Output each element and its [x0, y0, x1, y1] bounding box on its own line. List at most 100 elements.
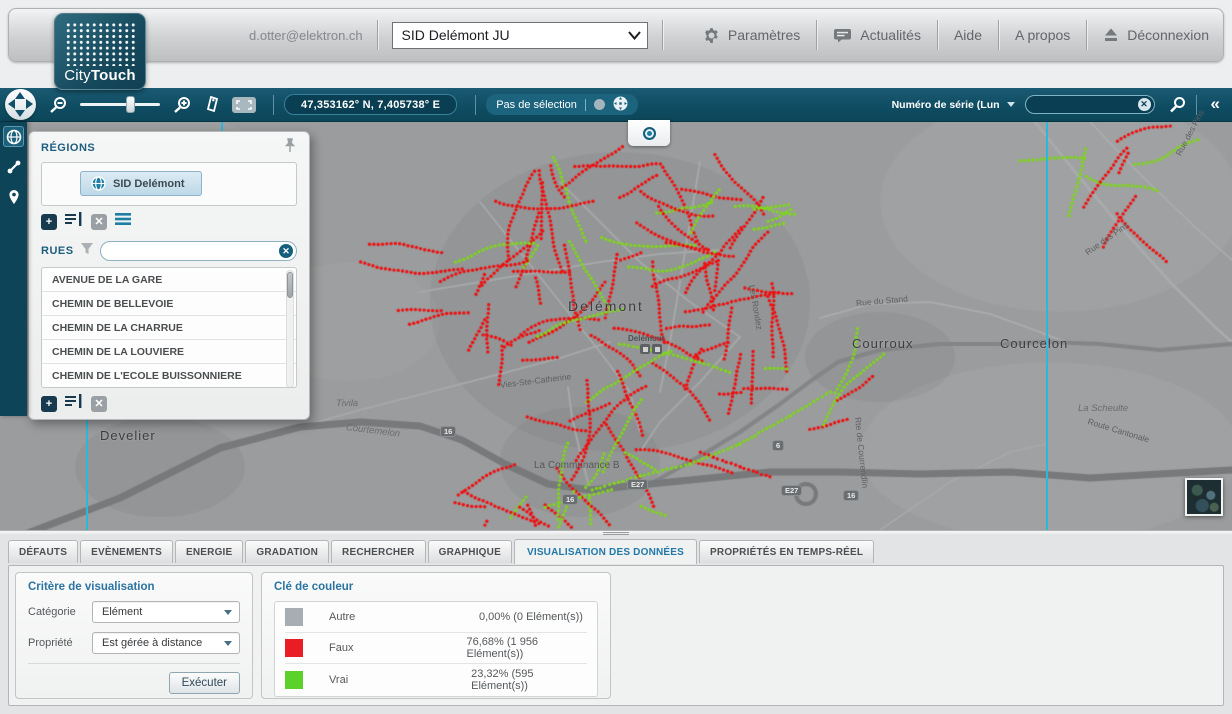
- menu-button-a-propos[interactable]: A propos: [1001, 18, 1084, 52]
- menu-button-actualites[interactable]: Actualités: [819, 18, 935, 52]
- search-icon[interactable]: [1169, 96, 1186, 113]
- panel-resize-handle[interactable]: [0, 531, 1232, 536]
- regions-panel-title: RÉGIONS: [41, 142, 95, 154]
- region-menu-icon[interactable]: [114, 212, 132, 231]
- tab-rechercher[interactable]: RECHERCHER: [331, 540, 426, 563]
- extent-select-icon[interactable]: [231, 96, 257, 114]
- globe-icon[interactable]: [3, 126, 24, 147]
- menu-label: Aide: [954, 27, 982, 43]
- street-item-avenue-de-la-gare[interactable]: AVENUE DE LA GARE: [42, 268, 296, 292]
- zoom-slider[interactable]: [80, 103, 160, 106]
- regions-actions: + ✕: [41, 213, 297, 231]
- category-dropdown[interactable]: Elément: [92, 601, 240, 623]
- region-boundary-line: [86, 418, 88, 530]
- pin-panel-icon[interactable]: [283, 138, 297, 158]
- label-tag-icon[interactable]: [204, 96, 219, 113]
- rues-filter-box[interactable]: ✕: [100, 241, 297, 261]
- logo-dot-grid: [65, 22, 135, 66]
- street-list: AVENUE DE LA GARECHEMIN DE BELLEVOIECHEM…: [41, 267, 297, 388]
- menu-label: A propos: [1015, 27, 1070, 43]
- collapse-panel-button[interactable]: «: [1211, 94, 1218, 114]
- chevron-down-icon: [224, 641, 232, 650]
- header-divider: [816, 20, 817, 50]
- rues-title: RUES: [41, 245, 74, 257]
- zoom-out-icon[interactable]: [48, 96, 68, 114]
- color-key-value: 23,32% (595 Elément(s)): [471, 668, 587, 692]
- add-region-icon[interactable]: +: [41, 214, 57, 230]
- tab-content: Critère de visualisation Catégorie Eléme…: [8, 565, 1224, 706]
- road-shield: 16: [562, 494, 578, 505]
- serial-search-input[interactable]: [1034, 99, 1138, 111]
- scrollbar-thumb[interactable]: [287, 272, 293, 298]
- tab-defauts[interactable]: DÉFAUTS: [8, 540, 78, 563]
- street-item-chemin-de-bellevoie[interactable]: CHEMIN DE BELLEVOIE: [42, 292, 296, 316]
- tab-graphique[interactable]: GRAPHIQUE: [428, 540, 512, 563]
- tab-energie[interactable]: ENERGIE: [175, 540, 243, 563]
- menu-button-parametres[interactable]: Paramètres: [689, 18, 814, 52]
- map-toolbar: 47,353162° N, 7,405738° E Pas de sélecti…: [0, 88, 1232, 122]
- tab-proprietes-en-temps-reel[interactable]: PROPRIÉTÉS EN TEMPS-RÉEL: [699, 540, 874, 563]
- pan-down-icon: [15, 110, 25, 117]
- region-button[interactable]: SID Delémont: [80, 171, 202, 196]
- street-list-scrollbar[interactable]: [286, 270, 294, 388]
- color-key-value: 76,68% (1 956 Elément(s)): [467, 636, 588, 660]
- tab-visualisation-des-donnees[interactable]: VISUALISATION DES DONNÉES: [514, 539, 697, 564]
- serial-search-box[interactable]: ✕: [1025, 95, 1155, 114]
- region-select-value: SID Delémont JU: [402, 27, 510, 43]
- coordinates-display: 47,353162° N, 7,405738° E: [284, 94, 457, 115]
- user-email: d.otter@elektron.ch: [249, 28, 363, 43]
- citytouch-logo: CityTouch: [54, 13, 146, 90]
- satellite-view-toggle[interactable]: [1185, 478, 1223, 516]
- rename-region-icon[interactable]: [64, 211, 84, 232]
- bottom-panel: DÉFAUTSEVÈNEMENTSENERGIEGRADATIONRECHERC…: [0, 530, 1232, 714]
- header-divider: [662, 20, 663, 50]
- delete-street-icon[interactable]: ✕: [91, 396, 107, 412]
- region-select[interactable]: SID Delémont JU: [392, 22, 649, 49]
- filter-icon[interactable]: [80, 242, 94, 260]
- menu-button-aide[interactable]: Aide: [940, 18, 996, 52]
- zoom-slider-thumb[interactable]: [126, 96, 135, 113]
- selection-divider: [585, 99, 586, 111]
- tab-evenements[interactable]: EVÈNEMENTS: [80, 540, 173, 563]
- color-key-title: Clé de couleur: [274, 581, 598, 593]
- road-shield: E27: [781, 485, 802, 496]
- criteria-title: Critère de visualisation: [28, 581, 240, 593]
- category-label: Catégorie: [28, 606, 92, 618]
- pin-icon[interactable]: [3, 186, 24, 207]
- zoom-in-icon[interactable]: [172, 96, 192, 114]
- pan-control[interactable]: [5, 89, 36, 120]
- pan-left-icon: [8, 99, 15, 109]
- gear-icon: [703, 27, 720, 44]
- property-dropdown[interactable]: Est gérée à distance: [92, 632, 240, 654]
- bottom-tabs: DÉFAUTSEVÈNEMENTSENERGIEGRADATIONRECHERC…: [8, 539, 876, 563]
- delete-region-icon[interactable]: ✕: [91, 214, 107, 230]
- chat-icon: [833, 28, 852, 43]
- selection-circle-icon[interactable]: [594, 99, 605, 110]
- add-street-icon[interactable]: +: [41, 396, 57, 412]
- center-selection-icon[interactable]: [613, 96, 628, 114]
- street-item-chemin-de-l-ecole-buissonniere[interactable]: CHEMIN DE L'ECOLE BUISSONNIERE: [42, 364, 296, 388]
- link-icon[interactable]: [3, 156, 24, 177]
- color-key-label: Autre: [329, 611, 479, 623]
- clear-search-icon[interactable]: ✕: [1138, 98, 1151, 111]
- rues-filter-input[interactable]: [110, 245, 279, 257]
- color-swatch: [285, 608, 303, 626]
- map-viewport[interactable]: DevelierDelémontCourrouxCourcelonLa Sche…: [0, 122, 1232, 530]
- property-value: Est gérée à distance: [102, 637, 202, 649]
- map-locate-button[interactable]: [628, 120, 670, 146]
- search-field-dropdown[interactable]: Numéro de série (Lun: [892, 98, 1015, 111]
- execute-button[interactable]: Exécuter: [169, 672, 240, 694]
- menu-button-deconnexion[interactable]: Déconnexion: [1089, 18, 1223, 52]
- rename-street-icon[interactable]: [64, 393, 84, 414]
- tab-gradation[interactable]: GRADATION: [245, 540, 329, 563]
- toolbar-divider: [475, 95, 476, 115]
- selection-status: Pas de sélection: [486, 94, 638, 115]
- road-shield: 16: [843, 490, 859, 501]
- chevron-down-icon: [628, 31, 641, 40]
- street-item-chemin-de-la-louviere[interactable]: CHEMIN DE LA LOUVIERE: [42, 340, 296, 364]
- street-item-chemin-de-la-charrue[interactable]: CHEMIN DE LA CHARRUE: [42, 316, 296, 340]
- road-shield: 6: [772, 440, 784, 451]
- clear-filter-icon[interactable]: ✕: [279, 244, 293, 258]
- target-circle-icon: [643, 127, 656, 140]
- menu-label: Paramètres: [728, 27, 800, 43]
